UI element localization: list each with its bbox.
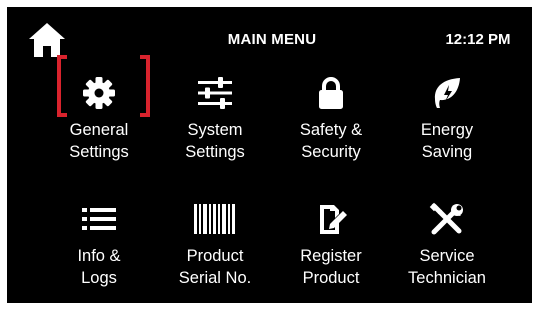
menu-item-label: Info & Logs — [77, 247, 121, 287]
menu-item-register-product[interactable]: Register Product — [273, 195, 389, 303]
menu-item-label: Product Serial No. — [178, 247, 252, 287]
menu-item-general-settings[interactable]: General Settings — [41, 69, 157, 181]
menu-item-safety-security[interactable]: Safety & Security — [273, 69, 389, 181]
lock-icon — [273, 75, 389, 111]
menu-item-info-logs[interactable]: Info & Logs — [41, 195, 157, 303]
menu-item-product-serial[interactable]: Product Serial No. — [157, 195, 273, 303]
menu-item-service-technician[interactable]: Service Technician — [389, 195, 505, 303]
main-menu-screen: MAIN MENU 12:12 PM General Settings Syst… — [7, 7, 532, 303]
menu-item-label: Service Technician — [408, 247, 486, 287]
menu-item-label: System Settings — [185, 121, 245, 161]
menu-item-label: Energy Saving — [420, 121, 474, 161]
menu-item-energy-saving[interactable]: Energy Saving — [389, 69, 505, 181]
menu-item-label: Safety & Security — [299, 121, 363, 161]
leaf-icon — [389, 75, 505, 111]
menu-item-label: General Settings — [69, 121, 129, 161]
gear-icon — [41, 75, 157, 111]
clock: 12:12 PM — [445, 31, 511, 48]
list-icon — [41, 201, 157, 237]
home-icon — [29, 23, 65, 57]
barcode-icon — [157, 201, 273, 237]
home-button[interactable] — [27, 21, 67, 59]
register-icon — [273, 201, 389, 237]
tools-icon — [389, 201, 505, 237]
menu-item-system-settings[interactable]: System Settings — [157, 69, 273, 181]
sliders-icon — [157, 75, 273, 111]
menu-item-label: Register Product — [300, 247, 362, 287]
page-title: MAIN MENU — [227, 31, 317, 48]
